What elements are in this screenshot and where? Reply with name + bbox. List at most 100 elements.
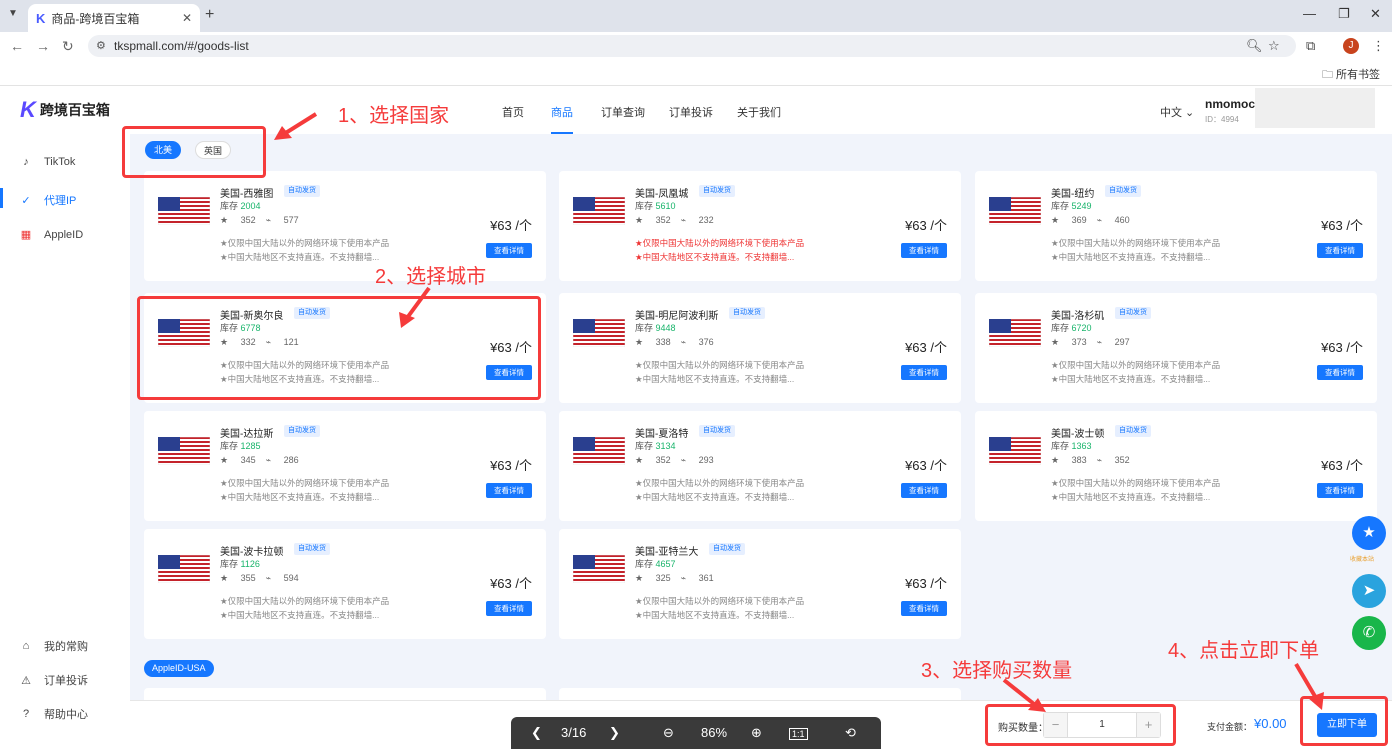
restore-icon[interactable]: ❐ <box>1338 6 1350 22</box>
zoom-out-icon[interactable]: ⊖ <box>663 725 674 741</box>
stock-info: 库存 1126 <box>220 559 260 569</box>
link-icon: ⌁ <box>265 573 272 583</box>
star-count: 325 <box>655 573 671 583</box>
auto-delivery-badge: 自动发货 <box>709 543 745 555</box>
nav-order-complaint[interactable]: 订单投诉 <box>669 104 713 120</box>
stock-info: 库存 9448 <box>635 323 676 333</box>
product-note: ★仅限中国大陆以外的网络环境下使用本产品 <box>635 478 805 488</box>
product-note: ★仅限中国大陆以外的网络环境下使用本产品 <box>635 596 805 606</box>
sidebar-item-favorites[interactable]: ⌂ 我的常购 <box>18 638 88 654</box>
view-details-button[interactable]: 查看详情 <box>901 243 947 258</box>
next-page-icon[interactable]: ❯ <box>609 725 620 741</box>
url-input[interactable]: ⚙ tkspmall.com/#/goods-list <box>88 35 1296 57</box>
username[interactable]: nmomocq <box>1205 97 1262 111</box>
telegram-icon[interactable]: ➤ <box>1352 574 1386 608</box>
site-info-icon[interactable]: ⚙ <box>96 35 106 57</box>
rotate-icon[interactable]: ⟲ <box>845 725 856 741</box>
star-icon: ★ <box>220 215 229 225</box>
bookmarks-bar <box>0 60 1392 86</box>
product-stats: ★ 355 ⌁ 594 <box>220 573 309 584</box>
auto-delivery-badge: 自动发货 <box>284 185 320 197</box>
sidebar-item-tiktok[interactable]: ♪ TikTok <box>18 156 75 168</box>
forward-icon[interactable]: → <box>36 38 50 54</box>
tab-search-icon[interactable]: ▼ <box>8 8 18 19</box>
link-icon: ⌁ <box>1096 337 1103 347</box>
stock-count: 6720 <box>1071 323 1092 333</box>
product-card[interactable]: 美国-达拉斯 自动发货 库存 1285 ★ 345 ⌁ 286 ¥63 /个 ★仅限中国大陆… <box>144 411 546 521</box>
star-icon: ★ <box>220 455 229 465</box>
product-card[interactable]: 美国-夏洛特 自动发货 库存 3134 ★ 352 ⌁ 293 ¥63 /个 ★仅限中国大陆… <box>559 411 961 521</box>
prev-page-icon[interactable]: ❮ <box>531 725 542 741</box>
view-details-button[interactable]: 查看详情 <box>901 483 947 498</box>
link-count: 352 <box>1114 455 1130 465</box>
view-details-button[interactable]: 查看详情 <box>1317 243 1363 258</box>
zoom-icon[interactable]: 🔍︎ <box>1246 38 1263 54</box>
product-price: ¥63 /个 <box>905 340 947 355</box>
brand-logo[interactable]: K 跨境百宝箱 <box>20 97 110 123</box>
product-note: ★中国大陆地区不支持直连。不支持翻墙... <box>1051 252 1211 262</box>
back-icon[interactable]: ← <box>10 38 24 54</box>
favorite-star-icon[interactable]: ★ <box>1352 516 1386 550</box>
profile-avatar[interactable]: J <box>1343 38 1359 54</box>
auto-delivery-badge: 自动发货 <box>1105 185 1141 197</box>
star-count: 352 <box>655 455 671 465</box>
product-card[interactable]: 美国-纽约 自动发货 库存 5249 ★ 369 ⌁ 460 ¥63 /个 ★仅限中国大陆以… <box>975 171 1377 281</box>
bookmark-star-icon[interactable]: ☆ <box>1268 38 1280 54</box>
reload-icon[interactable]: ↻ <box>62 38 74 55</box>
collect-site-label: 收藏本站 <box>1350 557 1375 563</box>
nav-home[interactable]: 首页 <box>502 104 524 120</box>
appleid-icon: ▦ <box>20 229 32 241</box>
viewer-toolbar: ❮ 3/16 ❯ ⊖ 86% ⊕ 1:1 ⟲ <box>511 717 881 749</box>
user-id: ID：4994 <box>1205 115 1239 124</box>
us-flag-icon <box>572 318 626 348</box>
sidebar-item-complaint[interactable]: ⚠ 订单投诉 <box>18 672 88 688</box>
product-card[interactable]: 美国-亚特兰大 自动发货 库存 4657 ★ 325 ⌁ 361 ¥63 /个 ★仅限中国大… <box>559 529 961 639</box>
view-details-button[interactable]: 查看详情 <box>901 601 947 616</box>
view-details-button[interactable]: 查看详情 <box>901 365 947 380</box>
product-card[interactable]: 美国-明尼阿波利斯 自动发货 库存 9448 ★ 338 ⌁ 376 ¥63 /个 ★仅限中… <box>559 293 961 403</box>
stock-count: 5610 <box>655 201 676 211</box>
product-stats: ★ 352 ⌁ 577 <box>220 215 309 226</box>
product-stats: ★ 325 ⌁ 361 <box>635 573 724 584</box>
product-price: ¥63 /个 <box>1321 458 1363 473</box>
minimize-icon[interactable]: — <box>1303 6 1316 21</box>
browser-menu-icon[interactable]: ⋮ <box>1372 38 1385 54</box>
product-title: 美国-达拉斯 <box>220 429 274 440</box>
link-count: 361 <box>698 573 714 583</box>
language-select[interactable]: 中文 ⌄ <box>1160 104 1194 120</box>
close-tab-icon[interactable]: ✕ <box>182 11 192 25</box>
nav-goods[interactable]: 商品 <box>551 104 573 134</box>
view-details-button[interactable]: 查看详情 <box>486 243 532 258</box>
auto-delivery-badge: 自动发货 <box>699 425 735 437</box>
view-details-button[interactable]: 查看详情 <box>486 483 532 498</box>
product-note: ★中国大陆地区不支持直连。不支持翻墙... <box>220 252 380 262</box>
extensions-icon[interactable]: ⧉ <box>1306 38 1315 54</box>
sidebar-item-proxy-ip[interactable]: ✓ 代理IP <box>18 192 76 208</box>
wechat-icon[interactable]: ✆ <box>1352 616 1386 650</box>
view-details-button[interactable]: 查看详情 <box>486 601 532 616</box>
window-close-icon[interactable]: ✕ <box>1370 6 1381 22</box>
stock-count: 1363 <box>1071 441 1092 451</box>
browser-tab[interactable]: K 商品-跨境百宝箱 ✕ <box>28 4 200 32</box>
view-details-button[interactable]: 查看详情 <box>1317 483 1363 498</box>
product-card[interactable]: 美国-凤凰城 自动发货 库存 5610 ★ 352 ⌁ 232 ¥63 /个 ★仅限中国大陆… <box>559 171 961 281</box>
product-card[interactable]: 美国-洛杉矶 自动发货 库存 6720 ★ 373 ⌁ 297 ¥63 /个 ★仅限中国大陆… <box>975 293 1377 403</box>
actual-size-icon[interactable]: 1:1 <box>789 728 808 740</box>
product-card[interactable]: 美国-波卡拉顿 自动发货 库存 1126 ★ 355 ⌁ 594 ¥63 /个 ★仅限中国大… <box>144 529 546 639</box>
annotation-arrow-3 <box>1002 678 1046 712</box>
product-note: ★仅限中国大陆以外的网络环境下使用本产品 <box>635 360 805 370</box>
new-tab-icon[interactable]: + <box>205 6 214 24</box>
nav-about[interactable]: 关于我们 <box>737 104 781 120</box>
link-icon: ⌁ <box>1096 455 1103 465</box>
view-details-button[interactable]: 查看详情 <box>1317 365 1363 380</box>
all-bookmarks[interactable]: 🗀 所有书签 <box>1322 66 1380 85</box>
sidebar-item-help[interactable]: ? 帮助中心 <box>18 706 88 722</box>
sidebar-item-appleid[interactable]: ▦ AppleID <box>18 228 83 242</box>
product-note: ★仅限中国大陆以外的网络环境下使用本产品 <box>635 238 805 248</box>
product-note: ★仅限中国大陆以外的网络环境下使用本产品 <box>220 238 390 248</box>
product-price: ¥63 /个 <box>490 458 532 473</box>
zoom-in-icon[interactable]: ⊕ <box>751 725 762 741</box>
product-card[interactable]: 美国-波士顿 自动发货 库存 1363 ★ 383 ⌁ 352 ¥63 /个 ★仅限中国大陆… <box>975 411 1377 521</box>
nav-order-query[interactable]: 订单查询 <box>601 104 645 120</box>
link-count: 376 <box>698 337 714 347</box>
